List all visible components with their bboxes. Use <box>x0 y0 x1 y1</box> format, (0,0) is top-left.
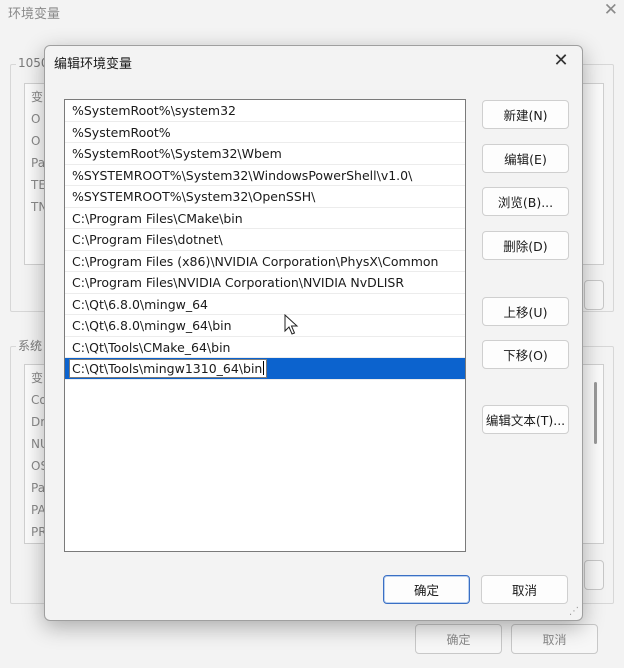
system-variables-label: 系统 <box>16 337 45 354</box>
path-list-item[interactable]: C:\Program Files\NVIDIA Corporation\NVID… <box>65 272 465 294</box>
delete-button[interactable]: 删除(D) <box>482 231 569 260</box>
move-down-button[interactable]: 下移(O) <box>482 340 569 369</box>
path-list-item[interactable]: C:\Qt\6.8.0\mingw_64 <box>65 294 465 315</box>
path-list-item[interactable]: %SystemRoot% <box>65 122 465 143</box>
path-list-item[interactable]: %SYSTEMROOT%\System32\WindowsPowerShell\… <box>65 165 465 186</box>
edit-environment-variable-dialog: 编辑环境变量 ✕ %SystemRoot%\system32 %SystemRo… <box>44 45 583 621</box>
path-list-item[interactable]: C:\Qt\6.8.0\mingw_64\bin <box>65 315 465 337</box>
path-list-item[interactable]: C:\Program Files\dotnet\ <box>65 229 465 251</box>
text-caret <box>263 361 265 375</box>
ok-button[interactable]: 确定 <box>383 575 470 604</box>
window-ok-button[interactable]: 确定 <box>415 624 502 654</box>
move-up-button[interactable]: 上移(U) <box>482 297 569 326</box>
close-icon[interactable]: ✕ <box>604 0 618 20</box>
window-title: 环境变量 <box>8 7 61 22</box>
path-list-item-editing[interactable]: C:\Qt\Tools\mingw1310_64\bin <box>65 358 465 380</box>
dialog-title: 编辑环境变量 <box>54 57 133 72</box>
new-button[interactable]: 新建(N) <box>482 100 569 129</box>
path-list-item[interactable]: %SystemRoot%\System32\Wbem <box>65 143 465 165</box>
cancel-button[interactable]: 取消 <box>481 575 568 604</box>
system-delete-button[interactable] <box>584 560 604 590</box>
edit-button[interactable]: 编辑(E) <box>482 144 569 173</box>
path-list-item[interactable]: %SystemRoot%\system32 <box>65 100 465 122</box>
browse-button[interactable]: 浏览(B)... <box>482 187 569 216</box>
mouse-pointer-icon <box>284 314 299 335</box>
path-list-item[interactable]: C:\Program Files\CMake\bin <box>65 208 465 229</box>
user-delete-button[interactable] <box>584 280 604 310</box>
system-list-scrollbar[interactable] <box>594 382 597 444</box>
path-list-item[interactable]: C:\Qt\Tools\CMake_64\bin <box>65 337 465 358</box>
resize-grip-icon[interactable]: ⋰ <box>569 606 579 617</box>
path-list-item[interactable]: %SYSTEMROOT%\System32\OpenSSH\ <box>65 186 465 208</box>
path-edit-input[interactable]: C:\Qt\Tools\mingw1310_64\bin <box>69 359 268 378</box>
path-list[interactable]: %SystemRoot%\system32 %SystemRoot% %Syst… <box>64 99 466 552</box>
close-icon[interactable]: ✕ <box>550 50 572 71</box>
edit-text-button[interactable]: 编辑文本(T)... <box>482 405 569 434</box>
window-cancel-button[interactable]: 取消 <box>511 624 598 654</box>
path-list-item[interactable]: C:\Program Files (x86)\NVIDIA Corporatio… <box>65 251 465 272</box>
path-edit-value: C:\Qt\Tools\mingw1310_64\bin <box>72 361 263 376</box>
